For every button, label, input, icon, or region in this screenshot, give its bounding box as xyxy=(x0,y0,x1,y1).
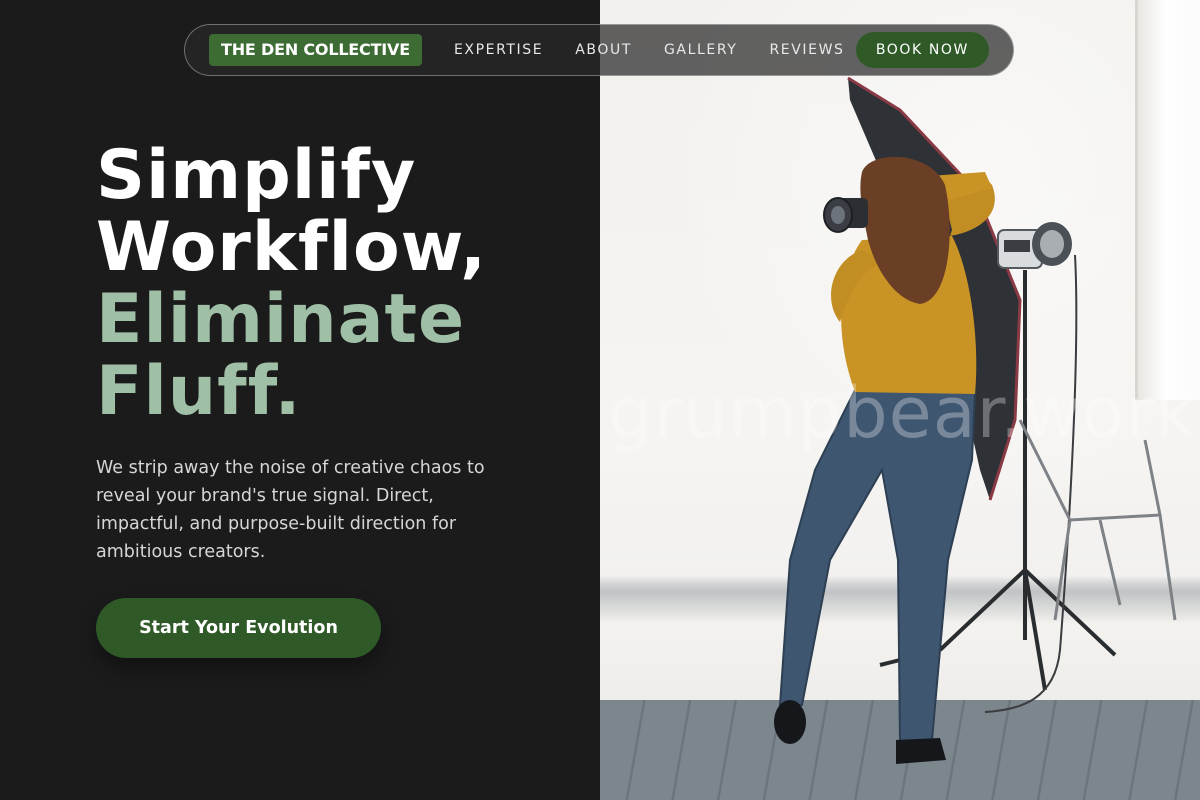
camera xyxy=(823,197,868,233)
nav-link-gallery[interactable]: GALLERY xyxy=(664,42,737,58)
nav-link-reviews[interactable]: REVIEWS xyxy=(769,42,844,58)
nav-links: EXPERTISE ABOUT GALLERY REVIEWS xyxy=(454,42,845,58)
nav-link-expertise[interactable]: EXPERTISE xyxy=(454,42,543,58)
hero-title-line-1: Simplify xyxy=(96,136,417,215)
brand-logo[interactable]: THE DEN COLLECTIVE xyxy=(209,34,422,66)
top-nav: THE DEN COLLECTIVE EXPERTISE ABOUT GALLE… xyxy=(184,24,1014,76)
hero-description: We strip away the noise of creative chao… xyxy=(96,458,485,562)
hero-title-accent-2: Fluff. xyxy=(96,352,302,431)
strobe-light xyxy=(997,222,1072,269)
hero-title-accent-1: Eliminate xyxy=(96,280,466,359)
watermark-text: grumpbear.work xyxy=(608,372,1197,454)
hero-title: Simplify Workflow, Eliminate Fluff. xyxy=(96,140,487,428)
start-evolution-button[interactable]: Start Your Evolution xyxy=(96,598,381,658)
page: grumpbear.work THE DEN COLLECTIVE EXPERT… xyxy=(0,0,1200,800)
book-now-button[interactable]: BOOK NOW xyxy=(855,32,989,68)
nav-link-about[interactable]: ABOUT xyxy=(575,42,632,58)
hero-title-line-2: Workflow, xyxy=(96,208,487,287)
